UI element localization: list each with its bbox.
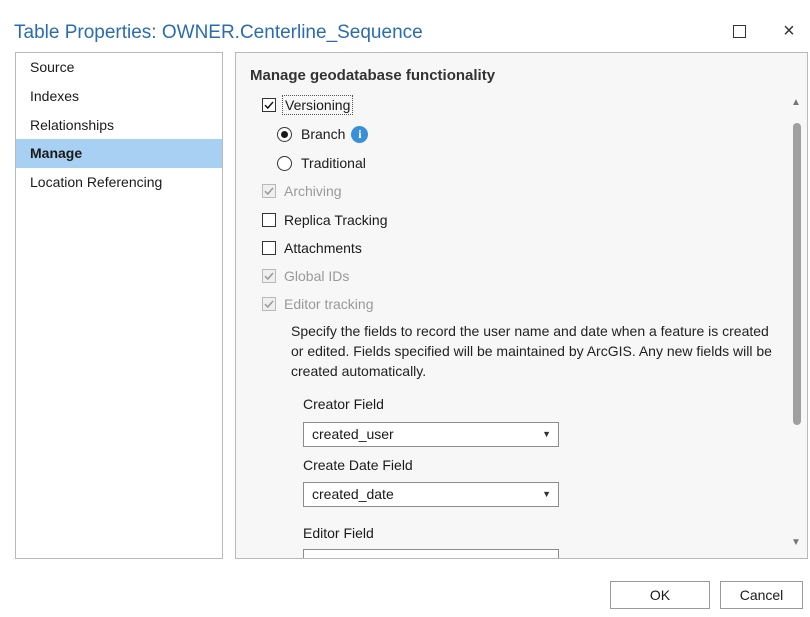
checkbox-box — [262, 213, 276, 227]
sidebar-item-indexes[interactable]: Indexes — [16, 82, 222, 111]
chevron-down-icon: ▼ — [542, 489, 551, 499]
maximize-button[interactable] — [724, 16, 754, 46]
versioning-checkbox[interactable]: Versioning — [262, 94, 354, 116]
creator-field-label: Creator Field — [303, 396, 384, 412]
replica-tracking-checkbox[interactable]: Replica Tracking — [262, 209, 388, 231]
checkbox-box — [262, 297, 276, 311]
checkmark-icon — [264, 300, 274, 309]
traditional-radio[interactable]: Traditional — [277, 152, 366, 174]
sidebar-item-location-referencing[interactable]: Location Referencing — [16, 168, 222, 197]
global-ids-label: Global IDs — [284, 268, 350, 284]
editor-tracking-label: Editor tracking — [284, 296, 374, 312]
scroll-down-icon[interactable]: ▼ — [790, 537, 802, 549]
branch-label: Branch — [301, 126, 346, 142]
close-button[interactable]: × — [774, 16, 804, 46]
sidebar-item-source[interactable]: Source — [16, 53, 222, 82]
sidebar-item-relationships[interactable]: Relationships — [16, 111, 222, 140]
attachments-label: Attachments — [284, 240, 362, 256]
table-properties-dialog: Table Properties: OWNER.Centerline_Seque… — [0, 0, 810, 617]
checkmark-icon — [264, 101, 274, 110]
radio-dot — [281, 130, 288, 138]
create-date-field-label: Create Date Field — [303, 457, 413, 473]
scroll-thumb[interactable] — [793, 123, 801, 425]
editor-field-select[interactable] — [303, 549, 559, 558]
branch-radio[interactable]: Branch i — [277, 123, 369, 145]
window-title: Table Properties: OWNER.Centerline_Seque… — [14, 22, 423, 43]
manage-panel: Manage geodatabase functionality Version… — [235, 52, 808, 559]
sidebar-item-manage[interactable]: Manage — [16, 139, 222, 168]
scroll-up-icon[interactable]: ▲ — [790, 97, 802, 109]
archiving-label: Archiving — [284, 183, 342, 199]
chevron-down-icon: ▼ — [542, 429, 551, 439]
archiving-checkbox: Archiving — [262, 180, 342, 202]
editor-tracking-description: Specify the fields to record the user na… — [291, 323, 772, 379]
editor-tracking-checkbox: Editor tracking — [262, 293, 373, 315]
checkmark-icon — [264, 272, 274, 281]
create-date-field-value: created_date — [312, 486, 394, 502]
cancel-button[interactable]: Cancel — [720, 581, 803, 609]
versioning-label: Versioning — [281, 95, 354, 115]
radio-circle — [277, 126, 292, 142]
creator-field-select[interactable]: created_user ▼ — [303, 422, 559, 447]
radio-circle — [277, 155, 292, 171]
create-date-field-select[interactable]: created_date ▼ — [303, 482, 559, 507]
editor-field-label: Editor Field — [303, 525, 374, 541]
sidebar-nav: Source Indexes Relationships Manage Loca… — [15, 52, 223, 559]
checkbox-box — [262, 184, 276, 198]
checkbox-box — [262, 98, 276, 112]
vertical-scrollbar[interactable]: ▲ ▼ — [787, 89, 805, 555]
checkbox-box — [262, 241, 276, 255]
section-title: Manage geodatabase functionality — [250, 67, 496, 84]
creator-field-value: created_user — [312, 426, 394, 442]
close-icon: × — [783, 20, 795, 42]
maximize-icon — [732, 24, 746, 38]
ok-button[interactable]: OK — [610, 581, 710, 609]
replica-tracking-label: Replica Tracking — [284, 212, 388, 228]
traditional-label: Traditional — [301, 155, 366, 171]
global-ids-checkbox: Global IDs — [262, 265, 349, 287]
checkmark-icon — [264, 187, 274, 196]
info-icon[interactable]: i — [351, 125, 369, 143]
checkbox-box — [262, 269, 276, 283]
attachments-checkbox[interactable]: Attachments — [262, 237, 362, 259]
